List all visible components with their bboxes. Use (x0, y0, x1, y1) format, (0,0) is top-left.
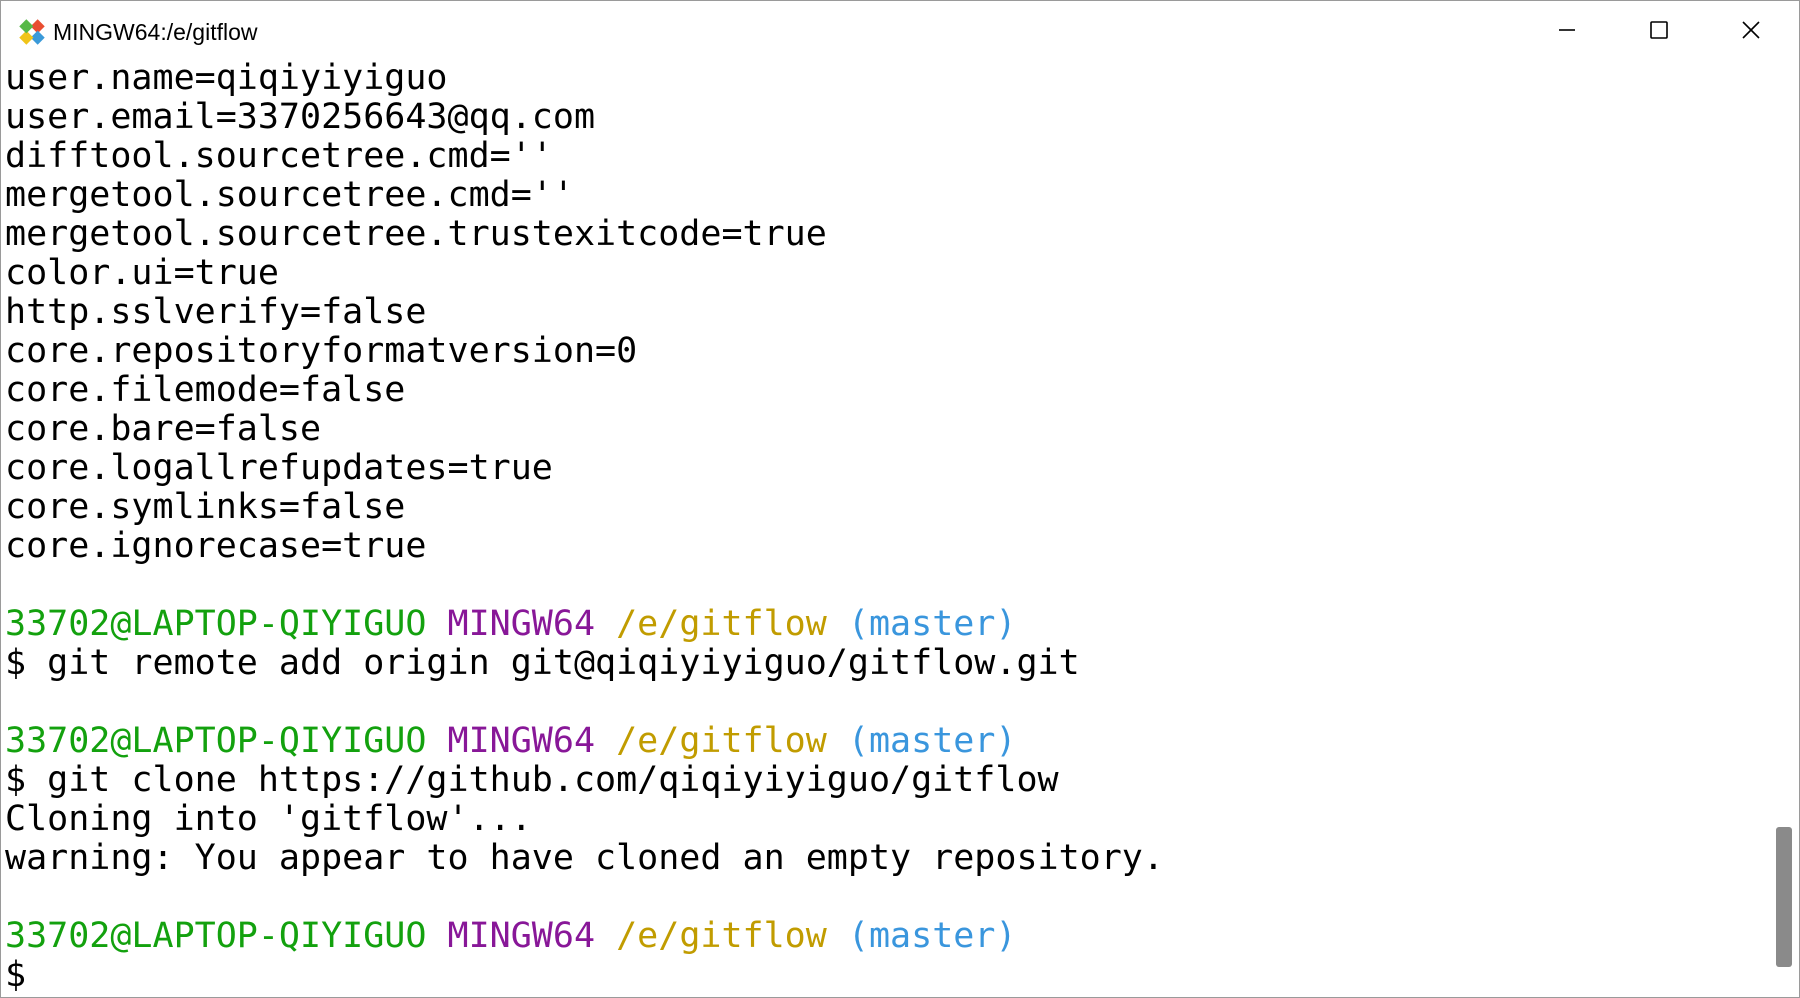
prompt-line: 33702@LAPTOP-QIYIGUO MINGW64 /e/gitflow … (5, 605, 1016, 644)
config-line: core.ignorecase=true (5, 526, 427, 566)
config-line: color.ui=true (5, 253, 279, 293)
prompt-branch: (master) (847, 721, 1017, 761)
terminal-window: MINGW64:/e/gitflow user.name=qiqiyiyiguo… (0, 0, 1800, 998)
minimize-button[interactable] (1521, 1, 1613, 59)
config-line: core.filemode=false (5, 370, 406, 410)
config-line: user.name=qiqiyiyiguo (5, 59, 448, 98)
maximize-icon (1650, 21, 1668, 39)
config-line: core.bare=false (5, 409, 322, 449)
git-logo-icon (19, 19, 45, 45)
prompt-branch: (master) (847, 916, 1017, 956)
prompt-line: 33702@LAPTOP-QIYIGUO MINGW64 /e/gitflow … (5, 917, 1016, 956)
command-line[interactable]: $ (5, 956, 26, 995)
maximize-button[interactable] (1613, 1, 1705, 59)
prompt-user-host: 33702@LAPTOP-QIYIGUO (5, 721, 427, 761)
config-line: difftool.sourcetree.cmd='' (5, 136, 553, 176)
prompt-path: /e/gitflow (616, 721, 827, 761)
config-line: http.sslverify=false (5, 292, 427, 332)
terminal-output[interactable]: user.name=qiqiyiyiguo user.email=3370256… (1, 59, 1767, 997)
command-line: $ git clone https://github.com/qiqiyiyig… (5, 760, 1059, 800)
window-title: MINGW64:/e/gitflow (53, 19, 258, 45)
output-line: Cloning into 'gitflow'... (5, 799, 532, 839)
config-line: core.symlinks=false (5, 487, 406, 527)
config-line: mergetool.sourcetree.trustexitcode=true (5, 214, 827, 254)
prompt-path: /e/gitflow (616, 916, 827, 956)
config-line: user.email=3370256643@qq.com (5, 97, 596, 137)
config-line: core.logallrefupdates=true (5, 448, 553, 488)
prompt-shell: MINGW64 (447, 721, 596, 761)
title-bar[interactable]: MINGW64:/e/gitflow (1, 1, 1799, 59)
config-line: core.repositoryformatversion=0 (5, 331, 638, 371)
prompt-branch: (master) (847, 604, 1017, 644)
prompt-shell: MINGW64 (447, 604, 596, 644)
prompt-path: /e/gitflow (616, 604, 827, 644)
prompt-user-host: 33702@LAPTOP-QIYIGUO (5, 916, 427, 956)
minimize-icon (1559, 29, 1575, 31)
config-line: mergetool.sourcetree.cmd='' (5, 175, 574, 215)
close-button[interactable] (1705, 1, 1797, 59)
prompt-user-host: 33702@LAPTOP-QIYIGUO (5, 604, 427, 644)
scrollbar-thumb[interactable] (1776, 827, 1792, 967)
prompt-line: 33702@LAPTOP-QIYIGUO MINGW64 /e/gitflow … (5, 722, 1016, 761)
command-line: $ git remote add origin git@qiqiyiyiguo/… (5, 643, 1080, 683)
prompt-shell: MINGW64 (447, 916, 596, 956)
close-icon (1742, 21, 1760, 39)
output-line: warning: You appear to have cloned an em… (5, 838, 1164, 878)
vertical-scrollbar[interactable] (1767, 59, 1799, 997)
